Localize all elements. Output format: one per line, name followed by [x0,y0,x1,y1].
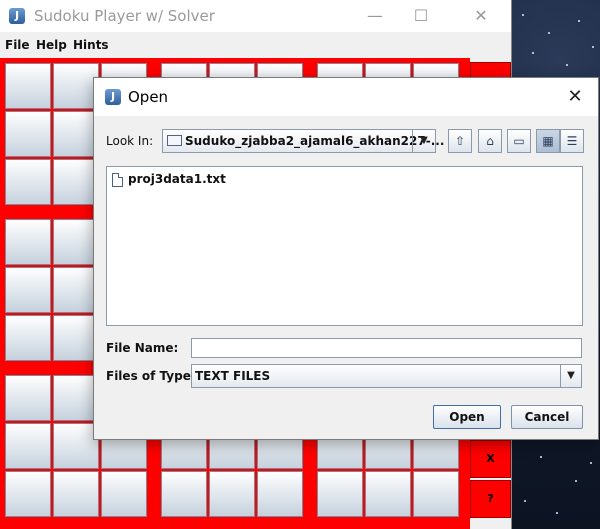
star [524,500,526,502]
star [578,20,580,22]
clear-cell-button[interactable]: X [470,440,511,478]
file-name-input[interactable] [191,338,582,358]
file-list[interactable]: proj3data1.txt [106,166,583,326]
sudoku-cell[interactable] [209,471,255,517]
sudoku-cell[interactable] [5,111,51,157]
dialog-title: Open [128,88,169,106]
sudoku-cell[interactable] [317,471,363,517]
menu-help[interactable]: Help [36,38,67,52]
sudoku-cell[interactable] [5,267,51,313]
sudoku-cell[interactable] [5,423,51,469]
chevron-down-icon[interactable]: ▼ [560,365,581,387]
close-button[interactable]: ✕ [458,0,504,32]
star [540,456,542,458]
look-in-value: Suduko_zjabba2_ajamal6_akhan227-... [185,134,445,148]
sudoku-cell[interactable] [53,471,99,517]
dialog-close-button[interactable]: ✕ [560,82,590,112]
star [575,480,577,482]
files-of-type-combo[interactable]: TEXT FILES ▼ [191,364,582,388]
maximize-button[interactable]: ☐ [398,0,444,32]
sudoku-cell[interactable] [5,471,51,517]
star [556,512,558,514]
sudoku-cell[interactable] [365,471,411,517]
star [532,52,534,54]
look-in-combo[interactable]: Suduko_zjabba2_ajamal6_akhan227-... ▼ [162,129,444,153]
star [522,14,524,16]
star [548,32,550,34]
cancel-button[interactable]: Cancel [511,405,583,429]
sudoku-cell[interactable] [101,471,147,517]
file-name-label: File Name: [106,341,179,355]
sudoku-cell[interactable] [413,471,459,517]
sudoku-cell[interactable] [161,471,207,517]
details-view-icon[interactable]: ☰ [560,129,584,153]
open-button[interactable]: Open [433,405,501,429]
candidate-button[interactable]: ? [470,480,511,518]
sudoku-cell[interactable] [5,63,51,109]
star [566,64,568,66]
sudoku-cell[interactable] [5,375,51,421]
dialog-title-bar[interactable]: J Open ✕ [94,78,598,116]
minimize-button[interactable]: — [352,0,398,32]
main-window-title: Sudoku Player w/ Solver [34,7,215,25]
up-folder-icon[interactable]: ⇧ [448,129,472,153]
sudoku-cell[interactable] [5,159,51,205]
files-of-type-label: Files of Type: [106,369,196,383]
chevron-down-icon[interactable]: ▼ [412,130,435,152]
open-file-dialog: J Open ✕ Look In: Suduko_zjabba2_ajamal6… [93,77,599,440]
sudoku-cell[interactable] [5,315,51,361]
menu-file[interactable]: File [5,38,30,52]
list-view-icon[interactable]: ▦ [536,129,560,153]
home-icon[interactable]: ⌂ [478,129,502,153]
java-app-icon: J [9,8,25,24]
star [590,462,592,464]
file-name: proj3data1.txt [128,172,226,186]
sudoku-cell[interactable] [5,219,51,265]
new-folder-icon[interactable]: ▭ [507,129,531,153]
star [592,46,594,48]
files-of-type-value: TEXT FILES [195,369,271,383]
folder-icon [167,135,182,146]
look-in-label: Look In: [106,134,154,148]
sudoku-cell[interactable] [257,471,303,517]
menu-bar: File Help Hints [0,32,511,58]
menu-hints[interactable]: Hints [73,38,109,52]
java-app-icon: J [105,89,121,105]
main-title-bar[interactable]: J Sudoku Player w/ Solver — ☐ ✕ [0,0,511,32]
file-icon [112,173,123,187]
